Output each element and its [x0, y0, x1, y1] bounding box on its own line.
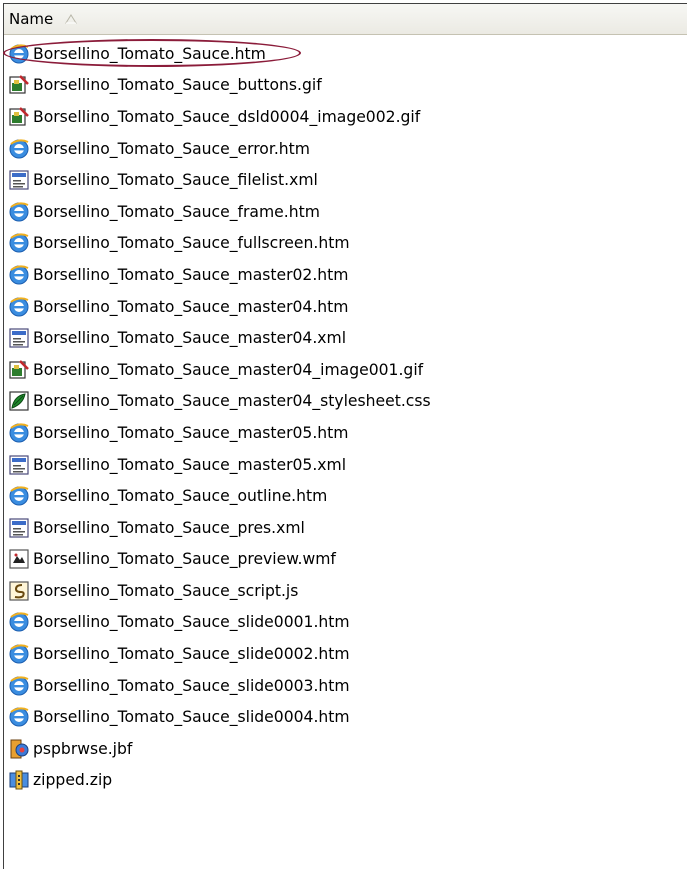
file-row[interactable]: Borsellino_Tomato_Sauce_master04.xml: [4, 322, 687, 354]
file-row[interactable]: Borsellino_Tomato_Sauce_slide0001.htm: [4, 607, 687, 639]
file-row[interactable]: Borsellino_Tomato_Sauce_master05.htm: [4, 417, 687, 449]
file-name: pspbrwse.jbf: [33, 739, 133, 758]
css-icon: [8, 390, 30, 412]
highlight-ellipse: [3, 38, 301, 67]
file-name: Borsellino_Tomato_Sauce_master04_stylesh…: [33, 392, 431, 411]
xml-icon: [8, 169, 30, 191]
file-row[interactable]: Borsellino_Tomato_Sauce.htm: [3, 38, 687, 70]
gif-image-icon: [8, 106, 30, 128]
script-icon: [8, 580, 30, 602]
file-name: Borsellino_Tomato_Sauce_slide0004.htm: [33, 708, 350, 727]
file-name: Borsellino_Tomato_Sauce_filelist.xml: [33, 171, 318, 190]
file-name: zipped.zip: [33, 771, 113, 790]
file-row[interactable]: Borsellino_Tomato_Sauce_fullscreen.htm: [4, 228, 687, 260]
file-name: Borsellino_Tomato_Sauce_fullscreen.htm: [33, 234, 350, 253]
xml-icon: [8, 327, 30, 349]
file-name: Borsellino_Tomato_Sauce_master04.xml: [33, 329, 347, 348]
file-row[interactable]: Borsellino_Tomato_Sauce_outline.htm: [4, 480, 687, 512]
name-column-label: Name: [9, 10, 54, 28]
file-row[interactable]: Borsellino_Tomato_Sauce_master04_image00…: [4, 354, 687, 386]
file-row[interactable]: Borsellino_Tomato_Sauce_master04_stylesh…: [4, 386, 687, 418]
zip-icon: [8, 769, 30, 791]
ie-icon: [8, 422, 30, 444]
ie-icon: [8, 643, 30, 665]
file-name: Borsellino_Tomato_Sauce_buttons.gif: [33, 76, 322, 95]
xml-icon: [8, 454, 30, 476]
ie-icon: [8, 485, 30, 507]
file-name: Borsellino_Tomato_Sauce_master05.xml: [33, 455, 347, 474]
file-name: Borsellino_Tomato_Sauce_slide0003.htm: [33, 676, 350, 695]
file-name: Borsellino_Tomato_Sauce_master05.htm: [33, 423, 349, 442]
wmf-icon: [8, 548, 30, 570]
file-row[interactable]: Borsellino_Tomato_Sauce_slide0004.htm: [4, 701, 687, 733]
file-row[interactable]: Borsellino_Tomato_Sauce_buttons.gif: [4, 70, 687, 102]
ie-icon: [8, 264, 30, 286]
file-row[interactable]: Borsellino_Tomato_Sauce_master05.xml: [4, 449, 687, 481]
column-header-bar: Name: [4, 4, 687, 35]
ie-icon: [8, 296, 30, 318]
file-name: Borsellino_Tomato_Sauce_slide0002.htm: [33, 645, 350, 664]
file-row[interactable]: Borsellino_Tomato_Sauce_master04.htm: [4, 291, 687, 323]
ie-icon: [8, 232, 30, 254]
file-row[interactable]: zipped.zip: [4, 765, 687, 797]
file-name: Borsellino_Tomato_Sauce_pres.xml: [33, 518, 305, 537]
file-name: Borsellino_Tomato_Sauce_outline.htm: [33, 487, 328, 506]
file-name: Borsellino_Tomato_Sauce_slide0001.htm: [33, 613, 350, 632]
file-name: Borsellino_Tomato_Sauce_error.htm: [33, 139, 310, 158]
ie-icon: [8, 43, 30, 65]
ie-icon: [8, 138, 30, 160]
file-row[interactable]: Borsellino_Tomato_Sauce_error.htm: [4, 133, 687, 165]
jbf-icon: [8, 738, 30, 760]
file-row[interactable]: Borsellino_Tomato_Sauce_script.js: [4, 575, 687, 607]
file-name: Borsellino_Tomato_Sauce_dsld0004_image00…: [33, 107, 421, 126]
ie-icon: [8, 706, 30, 728]
file-row[interactable]: Borsellino_Tomato_Sauce_filelist.xml: [4, 164, 687, 196]
file-row[interactable]: Borsellino_Tomato_Sauce_master02.htm: [4, 259, 687, 291]
file-row[interactable]: pspbrwse.jbf: [4, 733, 687, 765]
file-name: Borsellino_Tomato_Sauce.htm: [3, 38, 301, 67]
ie-icon: [8, 201, 30, 223]
file-row[interactable]: Borsellino_Tomato_Sauce_preview.wmf: [4, 544, 687, 576]
file-row[interactable]: Borsellino_Tomato_Sauce_slide0003.htm: [4, 670, 687, 702]
gif-image-icon: [8, 74, 30, 96]
ie-icon: [8, 675, 30, 697]
file-name: Borsellino_Tomato_Sauce_master04_image00…: [33, 360, 424, 379]
file-list-view: Name Borsellino_Tomato_Sauce.htm Borselli…: [3, 3, 687, 869]
file-name: Borsellino_Tomato_Sauce_frame.htm: [33, 202, 320, 221]
file-row[interactable]: Borsellino_Tomato_Sauce_frame.htm: [4, 196, 687, 228]
file-row[interactable]: Borsellino_Tomato_Sauce_slide0002.htm: [4, 638, 687, 670]
ie-icon: [8, 611, 30, 633]
xml-icon: [8, 517, 30, 539]
file-name: Borsellino_Tomato_Sauce_preview.wmf: [33, 550, 336, 569]
gif-image-icon: [8, 359, 30, 381]
file-name: Borsellino_Tomato_Sauce_master04.htm: [33, 297, 349, 316]
file-name: Borsellino_Tomato_Sauce_script.js: [33, 581, 299, 600]
file-row[interactable]: Borsellino_Tomato_Sauce_pres.xml: [4, 512, 687, 544]
file-list: Borsellino_Tomato_Sauce.htm Borsellino_To…: [3, 38, 687, 797]
file-name: Borsellino_Tomato_Sauce_master02.htm: [33, 265, 349, 284]
sort-ascending-icon: [65, 14, 78, 24]
name-column-header[interactable]: Name: [4, 4, 687, 34]
file-row[interactable]: Borsellino_Tomato_Sauce_dsld0004_image00…: [4, 101, 687, 133]
